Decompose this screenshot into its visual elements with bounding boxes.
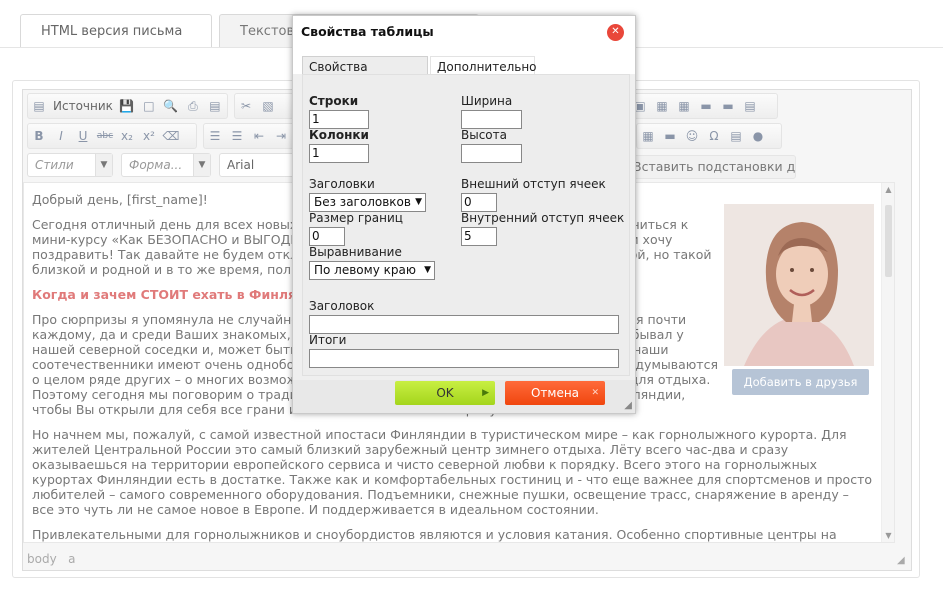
insert-toolbar-group: ▣ ▦ ▦ ▬ ▬ ▤ bbox=[628, 93, 778, 119]
paragraph-4: Привлекательными для горнолыжников и сно… bbox=[32, 527, 837, 542]
styles-select-value: Стили bbox=[35, 158, 74, 172]
templates-icon[interactable]: ▤ bbox=[205, 96, 225, 116]
scroll-up-icon[interactable]: ▲ bbox=[884, 185, 893, 194]
cell-padding-input[interactable]: 5 bbox=[461, 227, 497, 246]
save-icon[interactable]: 💾 bbox=[117, 96, 137, 116]
table-icon[interactable]: ▦ bbox=[674, 96, 694, 116]
path-a[interactable]: a bbox=[68, 552, 75, 566]
styles-select[interactable]: Стили ▼ bbox=[27, 153, 113, 177]
alignment-select[interactable]: По левому краю ▼ bbox=[309, 261, 435, 280]
summary-label: Итоги bbox=[309, 333, 347, 347]
strikethrough-icon[interactable]: abc bbox=[95, 126, 115, 146]
alignment-select-value: По левому краю bbox=[314, 263, 416, 277]
indent-icon[interactable]: ⇥ bbox=[271, 126, 291, 146]
outdent-icon[interactable]: ⇤ bbox=[249, 126, 269, 146]
bold-icon[interactable]: B bbox=[29, 126, 49, 146]
headers-select[interactable]: Без заголовков ▼ bbox=[309, 193, 426, 212]
scrollbar-thumb[interactable] bbox=[885, 205, 892, 277]
tab-html-version[interactable]: HTML версия письма bbox=[20, 14, 212, 48]
page-break-icon[interactable]: ▤ bbox=[740, 96, 760, 116]
new-page-icon[interactable]: □ bbox=[139, 96, 159, 116]
ok-button-label: OK bbox=[436, 386, 454, 400]
width-label: Ширина bbox=[461, 94, 513, 108]
numbered-list-icon[interactable]: ☰ bbox=[205, 126, 225, 146]
tab-advanced[interactable]: Дополнительно bbox=[430, 56, 537, 76]
remove-format-icon[interactable]: ⌫ bbox=[161, 126, 181, 146]
preview-icon[interactable]: 🔍 bbox=[161, 96, 181, 116]
smiley-icon[interactable]: ▬ bbox=[718, 96, 738, 116]
height-input[interactable] bbox=[461, 144, 522, 163]
italic-icon[interactable]: I bbox=[51, 126, 71, 146]
path-body[interactable]: body bbox=[27, 552, 57, 566]
border-size-label: Размер границ bbox=[309, 211, 403, 225]
cell-spacing-label: Внешний отступ ячеек bbox=[461, 177, 606, 191]
cell-spacing-input[interactable]: 0 bbox=[461, 193, 497, 212]
rows-input[interactable]: 1 bbox=[309, 110, 369, 129]
iframe-icon[interactable]: ● bbox=[748, 126, 768, 146]
paragraph-3: Но начнем мы, пожалуй, с самой известной… bbox=[32, 427, 873, 517]
chevron-down-icon: ▼ bbox=[424, 265, 431, 275]
source-icon[interactable]: ▤ bbox=[29, 96, 49, 116]
ok-button[interactable]: OK ▶ bbox=[395, 381, 495, 405]
cell-padding-label: Внутренний отступ ячеек bbox=[461, 211, 625, 225]
copy-icon[interactable]: ▧ bbox=[258, 96, 278, 116]
element-path: body a bbox=[27, 552, 76, 566]
list-toolbar-group: ☰ ☰ ⇤ ⇥ bbox=[203, 123, 298, 149]
headers-label: Заголовки bbox=[309, 177, 375, 191]
special-char-icon[interactable]: Ω bbox=[704, 126, 724, 146]
insert-substitution-button[interactable]: Вставить подстановки данных bbox=[620, 155, 796, 179]
editor-resize-handle-icon[interactable]: ◢ bbox=[897, 555, 905, 566]
cancel-button[interactable]: Отмена ✕ bbox=[505, 381, 605, 405]
format-select[interactable]: Форма... ▼ bbox=[121, 153, 211, 177]
chevron-down-icon: ▼ bbox=[415, 197, 422, 207]
add-to-friends-button[interactable]: Добавить в друзья bbox=[732, 369, 869, 395]
border-size-input[interactable]: 0 bbox=[309, 227, 345, 246]
basic-styles-toolbar-group: B I Uabc x₂ x² ⌫ bbox=[27, 123, 197, 149]
font-select[interactable]: Arial bbox=[219, 153, 297, 177]
headers-select-value: Без заголовков bbox=[314, 195, 411, 209]
tab-table-properties[interactable]: Свойства таблицы bbox=[302, 56, 428, 94]
flash-icon[interactable]: ▦ bbox=[652, 96, 672, 116]
insert-table-icon[interactable]: ▦ bbox=[638, 126, 658, 146]
source-button-label[interactable]: Источник bbox=[53, 96, 113, 116]
height-label: Высота bbox=[461, 128, 507, 142]
close-icon: ✕ bbox=[591, 388, 599, 398]
page-break-icon-2[interactable]: ▤ bbox=[726, 126, 746, 146]
format-select-value: Форма... bbox=[129, 158, 183, 172]
woman-photo bbox=[724, 204, 874, 366]
summary-input[interactable] bbox=[309, 349, 619, 368]
underline-icon[interactable]: U bbox=[73, 126, 93, 146]
insert-objects-toolbar-group: ▦ ▬ ☺ Ω ▤ ● bbox=[636, 123, 782, 149]
cancel-button-label: Отмена bbox=[530, 386, 580, 400]
superscript-icon[interactable]: x² bbox=[139, 126, 159, 146]
dialog-resize-handle-icon[interactable]: ◢ bbox=[624, 400, 632, 411]
cut-icon[interactable]: ✂ bbox=[236, 96, 256, 116]
dialog-tabs: Свойства таблицы Дополнительно bbox=[293, 48, 635, 94]
dialog-title: Свойства таблицы bbox=[293, 16, 635, 48]
dialog-body: Строки 1 Колонки 1 Ширина Высота Заголов… bbox=[302, 74, 630, 376]
print-icon[interactable]: ⎙ bbox=[183, 96, 203, 116]
font-select-value: Arial bbox=[227, 158, 255, 172]
columns-label: Колонки bbox=[309, 128, 369, 142]
columns-input[interactable]: 1 bbox=[309, 144, 369, 163]
hr-icon[interactable]: ▬ bbox=[660, 126, 680, 146]
caption-label: Заголовок bbox=[309, 299, 375, 313]
clipboard-toolbar-group: ✂ ▧ bbox=[234, 93, 294, 119]
width-input[interactable] bbox=[461, 110, 522, 129]
rows-label: Строки bbox=[309, 94, 359, 108]
chevron-down-icon: ▼ bbox=[95, 154, 112, 176]
horizontal-line-icon[interactable]: ▬ bbox=[696, 96, 716, 116]
caption-input[interactable] bbox=[309, 315, 619, 334]
subscript-icon[interactable]: x₂ bbox=[117, 126, 137, 146]
document-toolbar-group: ▤ Источник 💾 □ 🔍 ⎙ ▤ bbox=[27, 93, 228, 119]
content-scrollbar[interactable]: ▲ ▼ bbox=[881, 183, 894, 542]
table-properties-dialog: Свойства таблицы ✕ Свойства таблицы Допо… bbox=[292, 15, 636, 414]
bulleted-list-icon[interactable]: ☰ bbox=[227, 126, 247, 146]
emoticon-icon[interactable]: ☺ bbox=[682, 126, 702, 146]
close-icon[interactable]: ✕ bbox=[607, 24, 624, 41]
chevron-down-icon: ▼ bbox=[193, 154, 210, 176]
alignment-label: Выравнивание bbox=[309, 245, 402, 259]
arrow-right-icon: ▶ bbox=[482, 388, 489, 398]
scroll-down-icon[interactable]: ▼ bbox=[884, 531, 893, 540]
